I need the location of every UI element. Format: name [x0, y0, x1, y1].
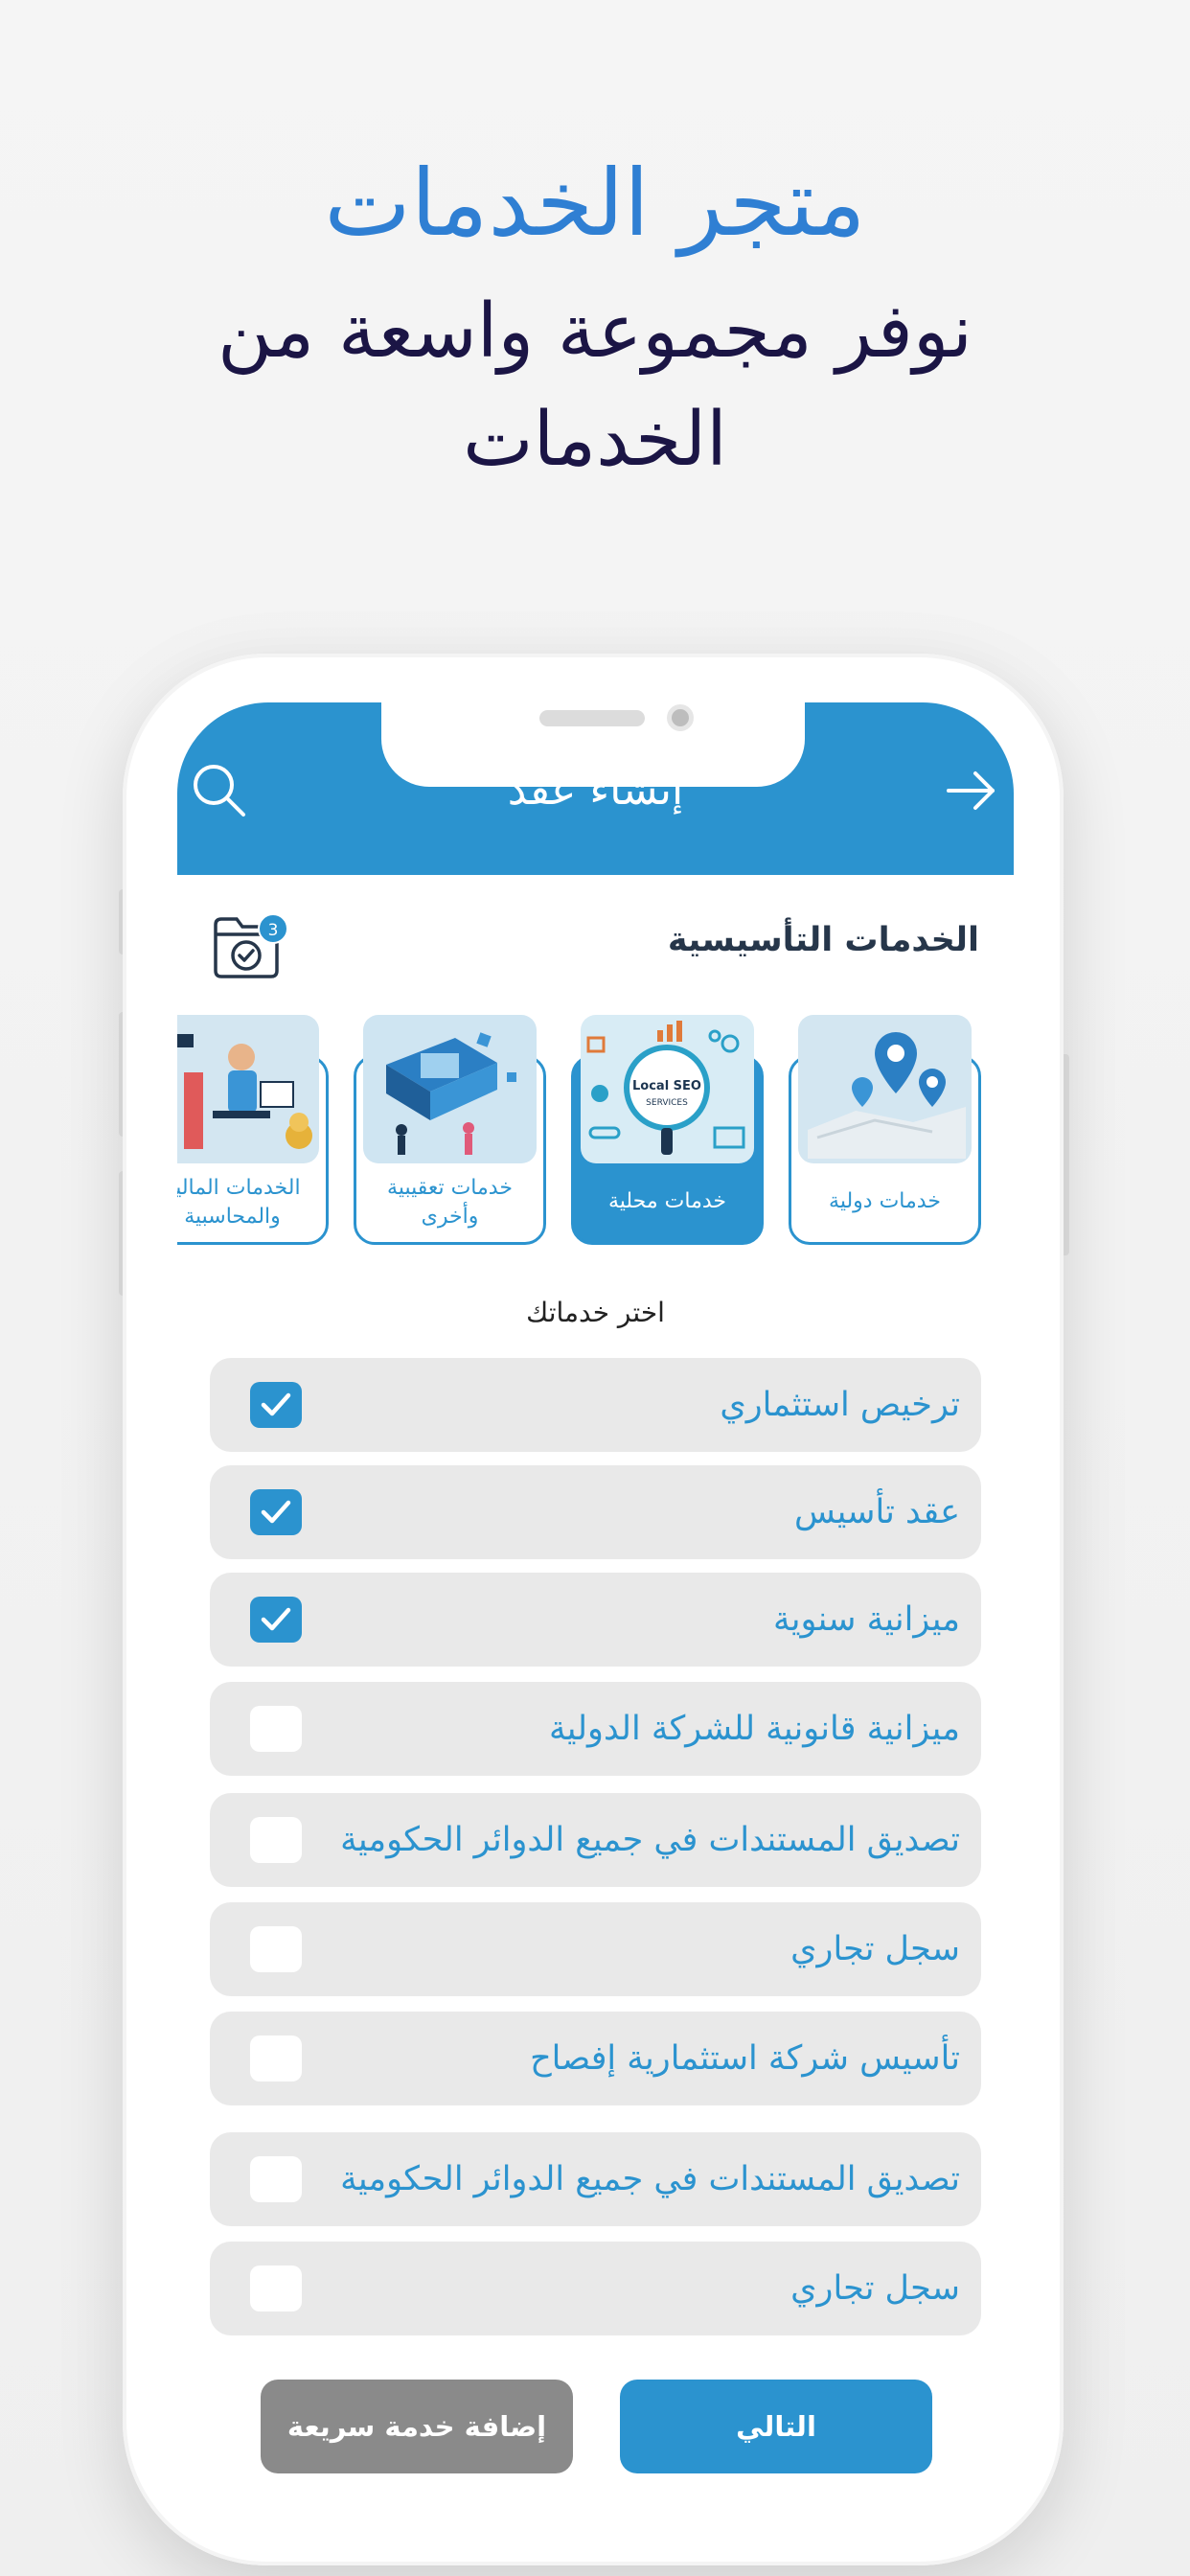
service-checkbox[interactable]: [250, 2036, 302, 2082]
service-checkbox[interactable]: [250, 2156, 302, 2202]
service-label: تصديق المستندات في جميع الدوائر الحكومية: [340, 2160, 960, 2198]
seo-image-text: SERVICES: [646, 1098, 688, 1108]
service-item[interactable]: تأسيس شركة استثمارية إفصاح: [210, 2012, 981, 2105]
category-local[interactable]: Local SEO SERVICES خدمات محلية: [571, 1015, 764, 1245]
services-heading: اختر خدماتك: [526, 1297, 665, 1328]
category-followup[interactable]: خدمات تعقيبية وأخرى: [354, 1015, 546, 1245]
category-label: خدمات دولية: [829, 1189, 941, 1213]
service-item[interactable]: ميزانية قانونية للشركة الدولية: [210, 1682, 981, 1776]
service-item[interactable]: تصديق المستندات في جميع الدوائر الحكومية: [210, 1793, 981, 1887]
service-item[interactable]: تصديق المستندات في جميع الدوائر الحكومية: [210, 2132, 981, 2226]
next-button[interactable]: التالي: [620, 2380, 932, 2473]
category-carousel[interactable]: خدمات دولية Local SEO SERVICES خدمات محل…: [177, 1015, 1014, 1245]
checkmark-icon: [261, 1500, 291, 1524]
speaker: [539, 710, 645, 726]
service-label: سجل تجاري: [790, 2269, 960, 2308]
service-checkbox[interactable]: [250, 2266, 302, 2312]
local-seo-illustration: Local SEO SERVICES: [581, 1015, 754, 1163]
service-label: ميزانية سنوية: [772, 1600, 960, 1639]
app-header: إنشاء عقد: [177, 702, 1014, 875]
section-title: الخدمات التأسيسية: [667, 921, 979, 959]
map-pins-illustration: [798, 1015, 972, 1163]
checkmark-icon: [261, 1607, 291, 1631]
camera: [667, 704, 694, 731]
service-label: سجل تجاري: [790, 1930, 960, 1968]
service-label: تصديق المستندات في جميع الدوائر الحكومية: [340, 1821, 960, 1859]
service-checkbox[interactable]: [250, 1706, 302, 1752]
service-item[interactable]: سجل تجاري: [210, 2242, 981, 2335]
service-label: ميزانية قانونية للشركة الدولية: [549, 1710, 960, 1748]
technology-illustration: [363, 1015, 537, 1163]
category-finance[interactable]: الخدمات المالية والمحاسبية: [177, 1015, 329, 1245]
service-label: ترخيص استثماري: [720, 1386, 960, 1424]
service-checkbox[interactable]: [250, 1926, 302, 1972]
service-checkbox[interactable]: [250, 1382, 302, 1428]
service-checkbox[interactable]: [250, 1489, 302, 1535]
service-item[interactable]: سجل تجاري: [210, 1902, 981, 1996]
checkmark-icon: [261, 1392, 291, 1416]
promo-title: متجر الخدمات: [324, 150, 866, 257]
category-label: الخدمات المالية والمحاسبية: [177, 1176, 301, 1229]
category-international[interactable]: خدمات دولية: [789, 1015, 981, 1245]
cart-count-badge: 3: [258, 913, 288, 944]
service-item[interactable]: عقد تأسيس: [210, 1465, 981, 1559]
service-label: عقد تأسيس: [793, 1493, 960, 1531]
service-checkbox[interactable]: [250, 1817, 302, 1863]
seo-image-text: Local SEO: [632, 1079, 701, 1093]
category-label: خدمات محلية: [607, 1189, 727, 1213]
service-item[interactable]: ترخيص استثماري: [210, 1358, 981, 1452]
service-item[interactable]: ميزانية سنوية: [210, 1573, 981, 1667]
app-screen: إنشاء عقد الخدمات التأسيسية 3 خدمات دولي…: [177, 702, 1014, 2518]
category-label: خدمات تعقيبية وأخرى: [387, 1176, 513, 1229]
service-checkbox[interactable]: [250, 1597, 302, 1643]
arrow-right-icon[interactable]: [941, 760, 1002, 821]
service-label: تأسيس شركة استثمارية إفصاح: [530, 2039, 960, 2078]
finance-illustration: [177, 1015, 319, 1163]
quick-add-button[interactable]: إضافة خدمة سريعة: [261, 2380, 573, 2473]
promo-subtitle: نوفر مجموعة واسعة من الخدمات: [217, 288, 973, 484]
header-title: إنشاء عقد: [507, 766, 684, 815]
